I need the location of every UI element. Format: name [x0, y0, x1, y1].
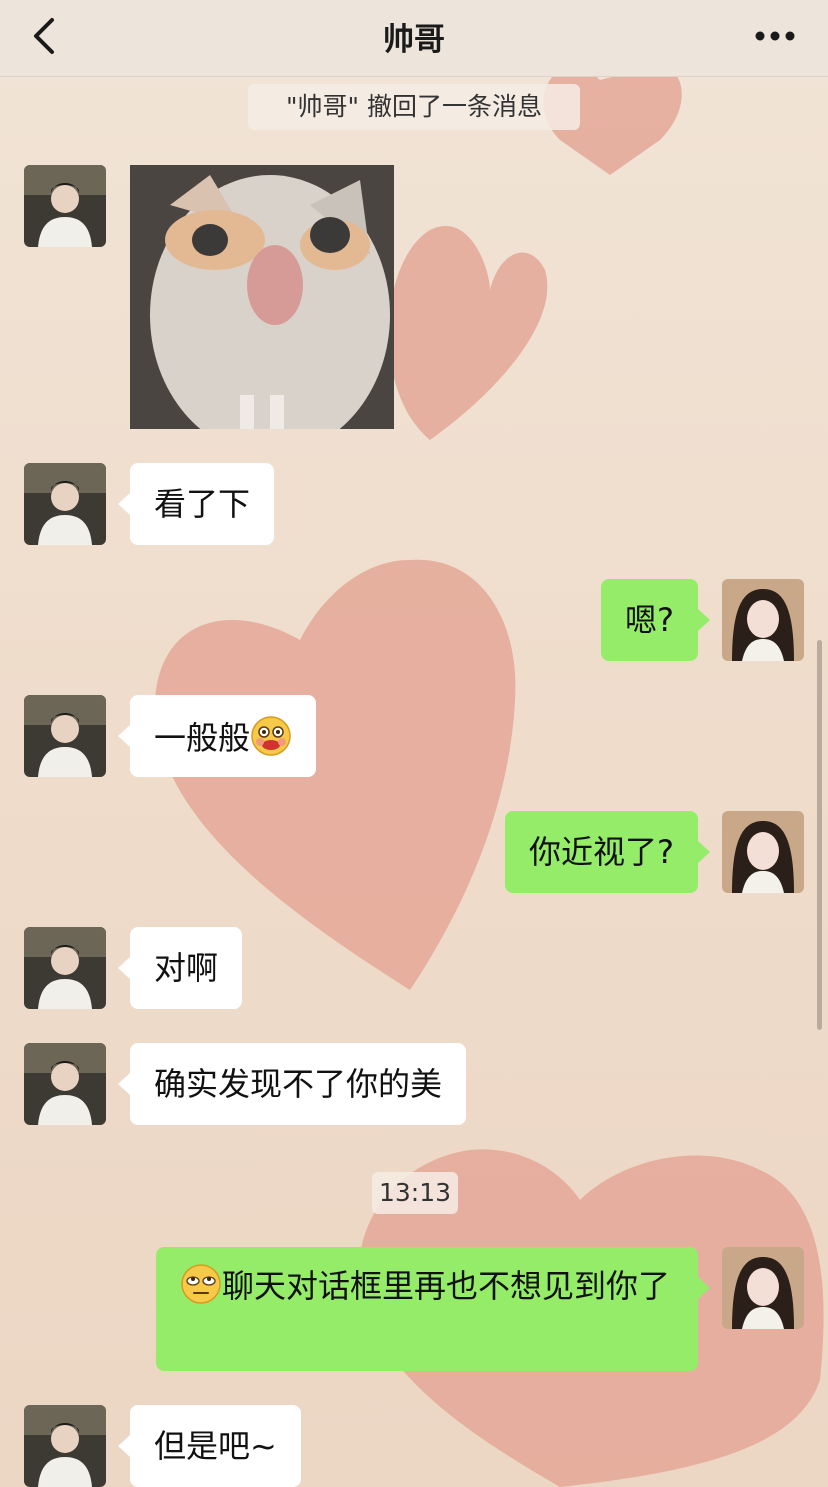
tongue-out-emoji — [251, 716, 291, 756]
heart-shape — [388, 225, 548, 440]
boy-avatar-image — [24, 1043, 106, 1125]
ellipsis-icon — [755, 31, 795, 41]
contact-avatar[interactable] — [24, 1043, 106, 1125]
more-button[interactable] — [752, 16, 798, 56]
chat-header: 帅哥 — [0, 0, 828, 77]
self-avatar[interactable] — [722, 811, 804, 893]
message-bubble-outgoing[interactable]: 你近视了? — [505, 811, 710, 893]
chat-title: 帅哥 — [383, 22, 445, 58]
message-bubble-incoming[interactable]: 看了下 — [117, 463, 275, 545]
message-text: 但是吧~ — [154, 1427, 277, 1465]
scrollbar[interactable] — [817, 640, 822, 1030]
self-avatar[interactable] — [722, 1247, 804, 1329]
message-bubble-incoming[interactable]: 但是吧~ — [118, 1405, 301, 1487]
boy-avatar-image — [24, 927, 106, 1009]
contact-avatar[interactable] — [24, 1405, 106, 1487]
time-stamp: 13:13 — [372, 1172, 458, 1214]
message-bubble-incoming[interactable]: 对啊 — [117, 927, 243, 1009]
boy-avatar-image — [24, 165, 106, 247]
message-text: 聊天对话框里再也不想见到你了 — [222, 1267, 671, 1305]
girl-avatar-image — [722, 579, 804, 661]
message-text: 对啊 — [154, 949, 219, 987]
girl-avatar-image — [722, 1247, 804, 1329]
message-bubble-outgoing[interactable]: 嗯? — [601, 579, 710, 661]
recall-notice: "帅哥" 撤回了一条消息 — [248, 84, 580, 130]
message-text: 看了下 — [154, 485, 251, 523]
back-button[interactable] — [24, 12, 72, 60]
chevron-left-icon — [34, 18, 54, 54]
message-bubble-incoming[interactable]: 确实发现不了你的美 — [117, 1043, 467, 1125]
boy-avatar-image — [24, 695, 106, 777]
message-text: 你近视了? — [529, 833, 674, 871]
contact-avatar[interactable] — [24, 165, 106, 247]
message-bubble-incoming[interactable]: 一般般 — [117, 695, 317, 777]
message-text: 确实发现不了你的美 — [154, 1065, 443, 1103]
boy-avatar-image — [24, 1405, 106, 1487]
message-text: 嗯? — [625, 601, 674, 639]
cat-photo[interactable] — [130, 165, 394, 429]
eye-roll-emoji — [181, 1264, 221, 1304]
boy-avatar-image — [24, 463, 106, 545]
contact-avatar[interactable] — [24, 927, 106, 1009]
self-avatar[interactable] — [722, 579, 804, 661]
contact-avatar[interactable] — [24, 463, 106, 545]
cat-image — [130, 165, 394, 429]
message-bubble-outgoing[interactable]: 聊天对话框里再也不想见到你了 — [156, 1247, 710, 1371]
girl-avatar-image — [722, 811, 804, 893]
contact-avatar[interactable] — [24, 695, 106, 777]
message-text: 一般般 — [154, 719, 251, 757]
